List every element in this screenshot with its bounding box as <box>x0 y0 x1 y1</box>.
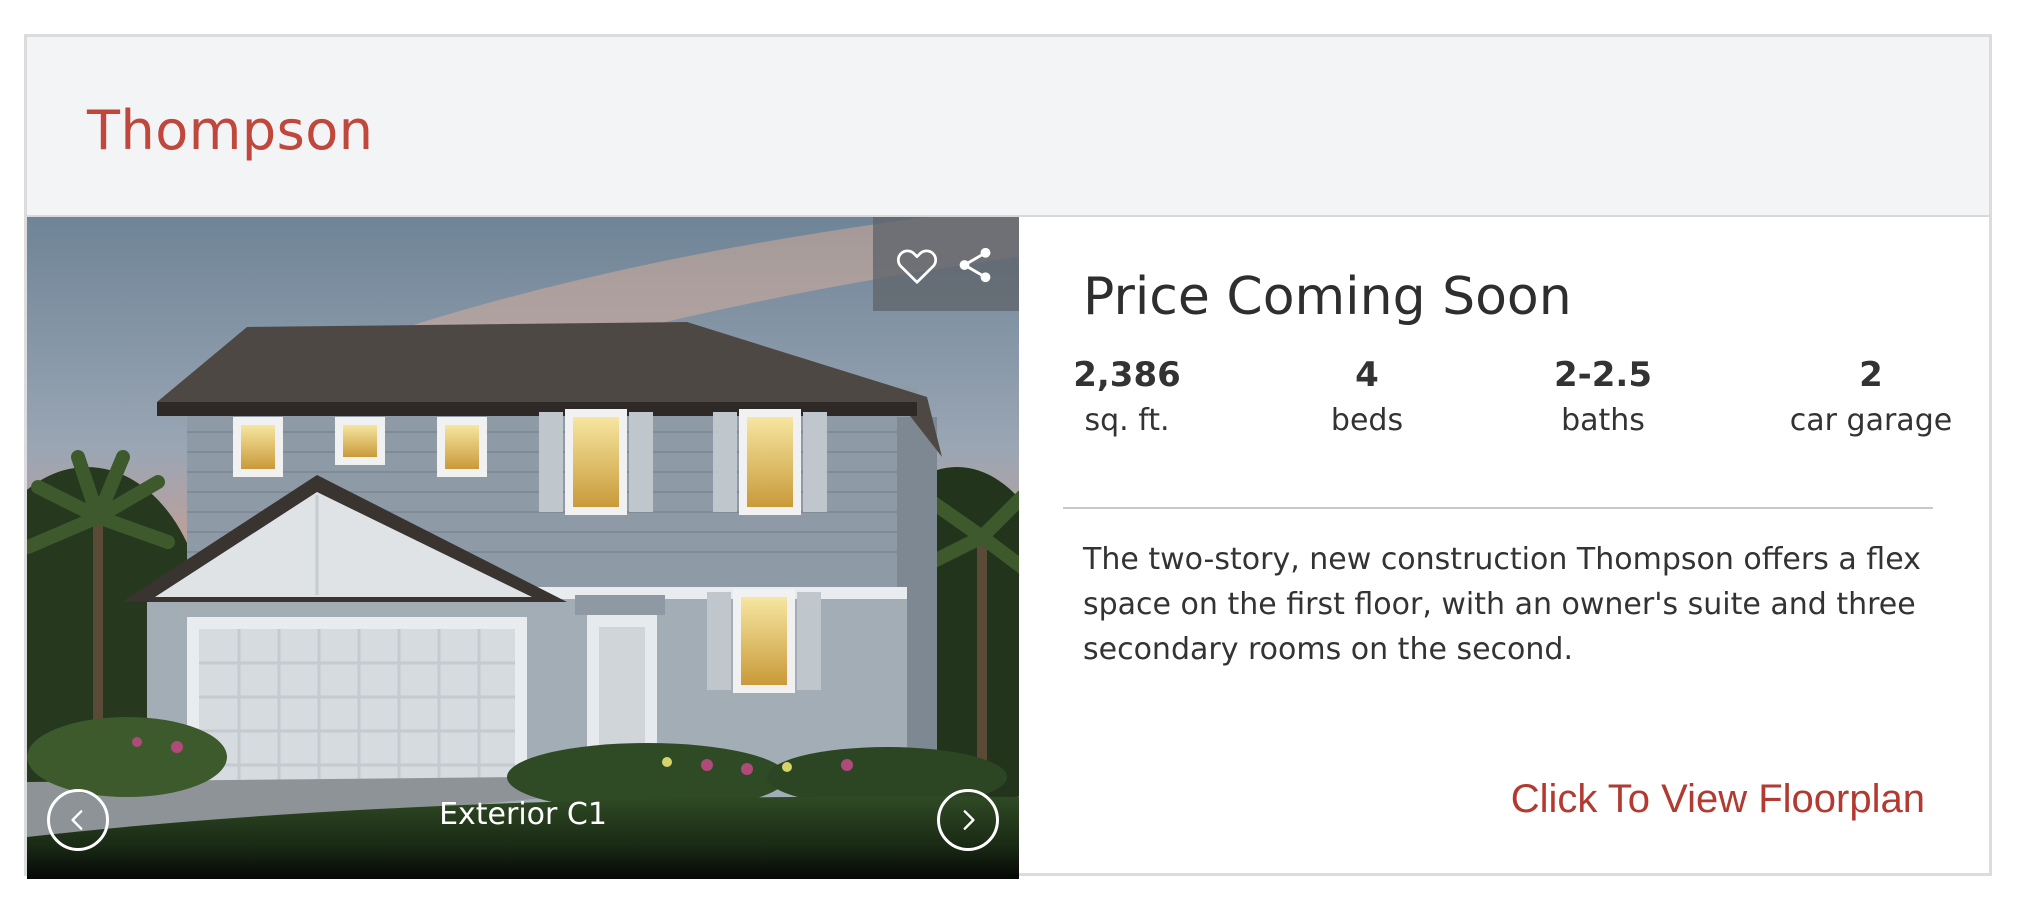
divider <box>1063 507 1933 509</box>
spec-baths: 2-2.5 baths <box>1515 353 1691 445</box>
spec-value: 2,386 <box>1073 355 1181 395</box>
plan-description: The two-story, new construction Thompson… <box>1083 542 1921 667</box>
spec-value: 2 <box>1859 355 1883 395</box>
view-floorplan-link[interactable]: Click To View Floorplan <box>1511 777 1925 822</box>
spec-label: sq. ft. <box>1084 403 1170 438</box>
spec-beds: 4 beds <box>1279 353 1455 445</box>
spec-label: baths <box>1561 403 1645 438</box>
card-header: Thompson <box>27 37 1989 217</box>
image-actions <box>873 217 1019 311</box>
plan-info-panel: Price Coming Soon 2,386 sq. ft. 4 beds 2… <box>1019 217 1989 873</box>
spec-label: car garage <box>1789 403 1953 438</box>
spec-garage: 2 car garage <box>1783 353 1959 445</box>
chevron-right-icon <box>963 810 975 830</box>
home-plan-card: Thompson Exterior C1 Price Coming Soon 2… <box>24 34 1992 879</box>
next-image-button[interactable] <box>937 789 999 851</box>
plan-title: Thompson <box>87 99 374 162</box>
spec-label: beds <box>1330 403 1404 438</box>
house-exterior-image <box>27 217 1019 879</box>
spec-value: 2-2.5 <box>1554 355 1652 395</box>
spec-sqft: 2,386 sq. ft. <box>1039 353 1215 445</box>
image-carousel[interactable]: Exterior C1 <box>27 217 1019 879</box>
heart-outline-icon <box>896 249 938 284</box>
share-icon <box>959 247 991 283</box>
favorite-button[interactable] <box>893 241 941 289</box>
image-caption: Exterior C1 <box>439 797 607 832</box>
price-text: Price Coming Soon <box>1083 267 1572 327</box>
share-button[interactable] <box>951 241 999 289</box>
spec-value: 4 <box>1355 355 1379 395</box>
